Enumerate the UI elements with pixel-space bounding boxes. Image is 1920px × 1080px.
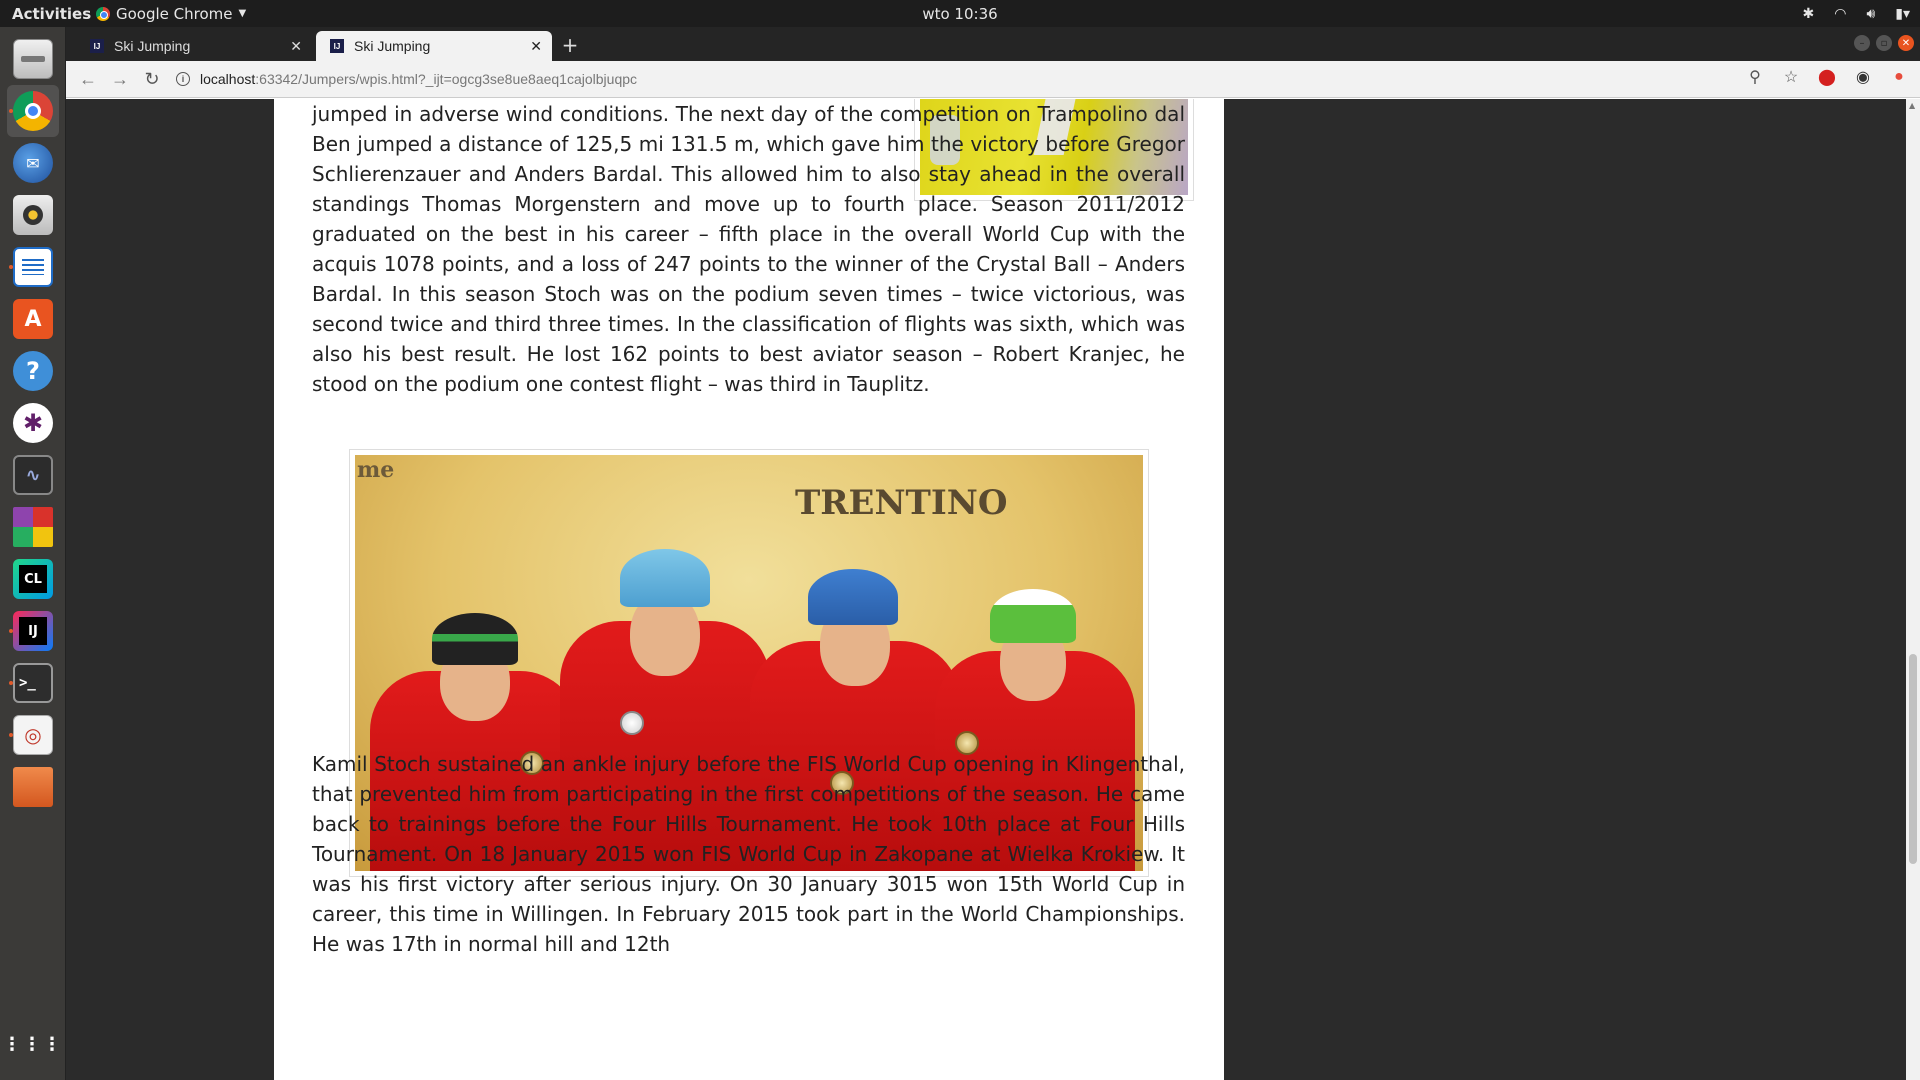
intellij-icon: IJ [13, 611, 53, 651]
forward-button[interactable]: → [104, 63, 136, 95]
slack-icon: ✱ [13, 403, 53, 443]
dock-item-intellij[interactable]: IJ [7, 605, 59, 657]
avatar[interactable]: ◉ [1852, 66, 1874, 88]
bluetooth-icon[interactable]: ✱ [1802, 6, 1814, 22]
star-icon[interactable]: ☆ [1780, 66, 1802, 88]
dock-item-rhythmbox[interactable] [7, 189, 59, 241]
terminal-icon: >_ [13, 663, 53, 703]
running-indicator [9, 265, 13, 269]
chevron-down-icon: ▼ [238, 8, 247, 19]
url-host: localhost [200, 71, 256, 87]
chrome-icon [96, 6, 110, 21]
dock-item-clion[interactable]: CL [7, 553, 59, 605]
wifi-icon[interactable]: ◠ [1834, 6, 1846, 22]
dock-item-recorder[interactable]: ◎ [7, 709, 59, 761]
tab-title: Ski Jumping [354, 38, 431, 54]
page-viewport: jumped in adverse wind conditions. The n… [66, 99, 1920, 1080]
photo-sign-left: me [357, 457, 395, 483]
scroll-up-icon[interactable]: ▲ [1909, 101, 1915, 110]
intellij-favicon-icon: IJ [90, 39, 104, 53]
dock-item-thunderbird[interactable]: ✉ [7, 137, 59, 189]
window-controls: – ▫ ✕ [1854, 35, 1914, 51]
page-scrollbar[interactable]: ▲ [1906, 99, 1920, 1080]
article-page: jumped in adverse wind conditions. The n… [274, 99, 1224, 1080]
dock-item-system-monitor[interactable]: ∿ [7, 449, 59, 501]
dock-item-help[interactable]: ? [7, 345, 59, 397]
maximize-button[interactable]: ▫ [1876, 35, 1892, 51]
zoom-icon[interactable]: ⚲ [1744, 66, 1766, 88]
app-menu[interactable]: Google Chrome ▼ [96, 5, 246, 23]
close-window-button[interactable]: ✕ [1898, 35, 1914, 51]
app-menu-label: Google Chrome [116, 4, 233, 23]
tab-ski-jumping-1[interactable]: IJ Ski Jumping ✕ [76, 31, 312, 61]
apps-grid-icon: ⋮⋮⋮ [3, 1034, 63, 1055]
dock-item-terminal[interactable]: >_ [7, 657, 59, 709]
dock-item-slack[interactable]: ✱ [7, 397, 59, 449]
dock-item-color-app[interactable] [7, 501, 59, 553]
recorder-icon: ◎ [13, 715, 53, 755]
scroll-thumb[interactable] [1909, 654, 1917, 864]
reload-button[interactable]: ↻ [136, 63, 168, 95]
dock-item-software-center[interactable]: A [7, 293, 59, 345]
dock-item-show-applications[interactable]: ⋮⋮⋮ [3, 1019, 63, 1071]
info-icon[interactable]: i [176, 72, 190, 86]
chrome-window: IJ Ski Jumping ✕ IJ Ski Jumping ✕ + – ▫ … [66, 27, 1920, 1080]
extension-icon[interactable]: ⬤ [1816, 66, 1838, 88]
dock-item-files[interactable] [7, 33, 59, 85]
dock-item-chrome[interactable] [7, 85, 59, 137]
photo-sign-main: TRENTINO [795, 483, 1008, 523]
monitor-icon: ∿ [13, 455, 53, 495]
speaker-icon [13, 195, 53, 235]
intellij-favicon-icon: IJ [330, 39, 344, 53]
running-indicator [9, 733, 13, 737]
reload-icon: ↻ [144, 68, 160, 89]
update-icon[interactable]: ● [1888, 66, 1910, 88]
mail-icon: ✉ [13, 143, 53, 183]
close-icon[interactable]: ✕ [290, 38, 302, 55]
writer-icon [13, 247, 53, 287]
url-path: :63342/Jumpers/wpis.html?_ijt=ogcg3se8ue… [255, 71, 638, 87]
battery-icon[interactable]: ▮▾ [1895, 6, 1910, 22]
tab-strip: IJ Ski Jumping ✕ IJ Ski Jumping ✕ + – ▫ … [66, 27, 1920, 61]
color-blocks-icon [13, 507, 53, 547]
activities-button[interactable]: Activities [0, 5, 96, 23]
launcher-dock: ✉ A ? ✱ ∿ CL IJ >_ ◎ ⋮⋮⋮ [0, 27, 66, 1080]
chrome-icon [13, 91, 53, 131]
running-indicator [9, 681, 13, 685]
help-icon: ? [13, 351, 53, 391]
clion-icon: CL [13, 559, 53, 599]
toolbar-actions: ⚲ ☆ ⬤ ◉ ● [1744, 66, 1910, 88]
top-bar: Activities Google Chrome ▼ wto 10:36 ✱ ◠… [0, 0, 1920, 27]
close-icon[interactable]: ✕ [530, 38, 542, 55]
dock-item-folder[interactable] [7, 761, 59, 813]
dock-item-writer[interactable] [7, 241, 59, 293]
minimize-button[interactable]: – [1854, 35, 1870, 51]
running-indicator [9, 629, 13, 633]
back-button[interactable]: ← [72, 63, 104, 95]
running-indicator [9, 109, 13, 113]
cabinet-icon [13, 39, 53, 79]
address-bar[interactable]: i localhost:63342/Jumpers/wpis.html?_ijt… [176, 65, 1760, 93]
browser-toolbar: ← → ↻ i localhost:63342/Jumpers/wpis.htm… [66, 61, 1920, 98]
article-paragraph-2: Kamil Stoch sustained an ankle injury be… [312, 752, 1185, 956]
new-tab-button[interactable]: + [556, 31, 584, 59]
clock[interactable]: wto 10:36 [922, 5, 997, 23]
arrow-left-icon: ← [79, 68, 97, 89]
tab-ski-jumping-2[interactable]: IJ Ski Jumping ✕ [316, 31, 552, 61]
article-paragraph-1: jumped in adverse wind conditions. The n… [312, 102, 1185, 396]
arrow-right-icon: → [111, 68, 129, 89]
tab-title: Ski Jumping [114, 38, 191, 54]
system-tray: ✱ ◠ 🔊︎ ▮▾ [1802, 0, 1910, 27]
volume-icon[interactable]: 🔊︎ [1866, 6, 1875, 22]
shopping-bag-icon: A [13, 299, 53, 339]
folder-icon [13, 767, 53, 807]
